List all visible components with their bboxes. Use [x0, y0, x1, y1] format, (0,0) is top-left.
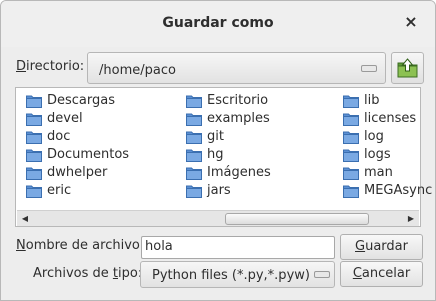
save-dialog: Guardar como × Directorio: /home/paco De… — [0, 0, 436, 301]
file-list-item-label: devel — [47, 111, 83, 126]
folder-icon — [343, 131, 359, 144]
folder-icon — [26, 149, 42, 162]
file-list-item-label: Documentos — [47, 147, 130, 162]
dialog-title: Guardar como — [162, 15, 274, 31]
folder-icon — [186, 131, 202, 144]
file-list-item-label: examples — [207, 111, 270, 126]
combo-dropdown-icon — [361, 65, 377, 72]
folder-icon — [343, 167, 359, 180]
folder-icon — [343, 95, 359, 108]
horizontal-scrollbar[interactable]: ◀ ▶ — [17, 210, 419, 226]
folder-icon — [186, 95, 202, 108]
folder-icon — [186, 167, 202, 180]
file-list-item-label: Descargas — [47, 93, 116, 108]
filetype-label: Archivos de tipo: — [33, 266, 143, 281]
combo-dropdown-icon — [314, 271, 330, 278]
filetype-combo[interactable]: Python files (*.py,*.pyw) — [140, 261, 335, 288]
filename-label: Nombre de archivo: — [16, 238, 145, 253]
scroll-left-icon[interactable]: ◀ — [19, 213, 31, 224]
file-list-item-label: MEGAsync — [364, 183, 433, 198]
folder-up-icon — [397, 58, 418, 78]
scroll-right-icon[interactable]: ▶ — [405, 213, 417, 224]
folder-icon — [343, 113, 359, 126]
file-list-item-label: licenses — [364, 111, 417, 126]
scrollbar-thumb[interactable] — [225, 213, 369, 225]
file-list-item-label: Escritorio — [207, 93, 269, 108]
parent-folder-button[interactable] — [391, 52, 424, 84]
folder-icon — [26, 185, 42, 198]
filetype-selected: Python files (*.py,*.pyw) — [152, 268, 310, 283]
directory-label: Directorio: — [16, 59, 85, 74]
folder-icon — [26, 113, 42, 126]
directory-path: /home/paco — [99, 63, 176, 78]
folder-icon — [26, 95, 42, 108]
file-list[interactable]: Descargas devel doc Documentos dwhelper eric E… — [15, 87, 432, 227]
file-list-item-label: log — [364, 129, 384, 144]
folder-icon — [26, 167, 42, 180]
file-list-item-label: logs — [364, 147, 391, 162]
save-button[interactable]: Guardar — [340, 234, 423, 260]
close-icon[interactable]: × — [401, 12, 421, 32]
file-list-item-label: lib — [364, 93, 380, 108]
folder-icon — [186, 185, 202, 198]
folder-icon — [343, 185, 359, 198]
folder-icon — [186, 113, 202, 126]
file-list-item-label: git — [207, 129, 224, 144]
cancel-button[interactable]: Cancelar — [340, 261, 423, 287]
file-list-item-label: dwhelper — [47, 165, 108, 180]
file-list-item-label: Imágenes — [207, 165, 271, 180]
folder-icon — [26, 131, 42, 144]
file-list-item-label: doc — [47, 129, 71, 144]
file-list-item-label: hg — [207, 147, 224, 162]
file-list-item-label: jars — [207, 183, 231, 198]
folder-icon — [343, 149, 359, 162]
file-list-item-label: eric — [47, 183, 72, 198]
filename-input[interactable] — [145, 239, 329, 254]
filename-field[interactable] — [141, 236, 335, 259]
file-list-item-label: man — [364, 165, 393, 180]
titlebar: Guardar como × — [1, 1, 435, 47]
directory-combo[interactable]: /home/paco — [87, 52, 386, 84]
folder-icon — [186, 149, 202, 162]
